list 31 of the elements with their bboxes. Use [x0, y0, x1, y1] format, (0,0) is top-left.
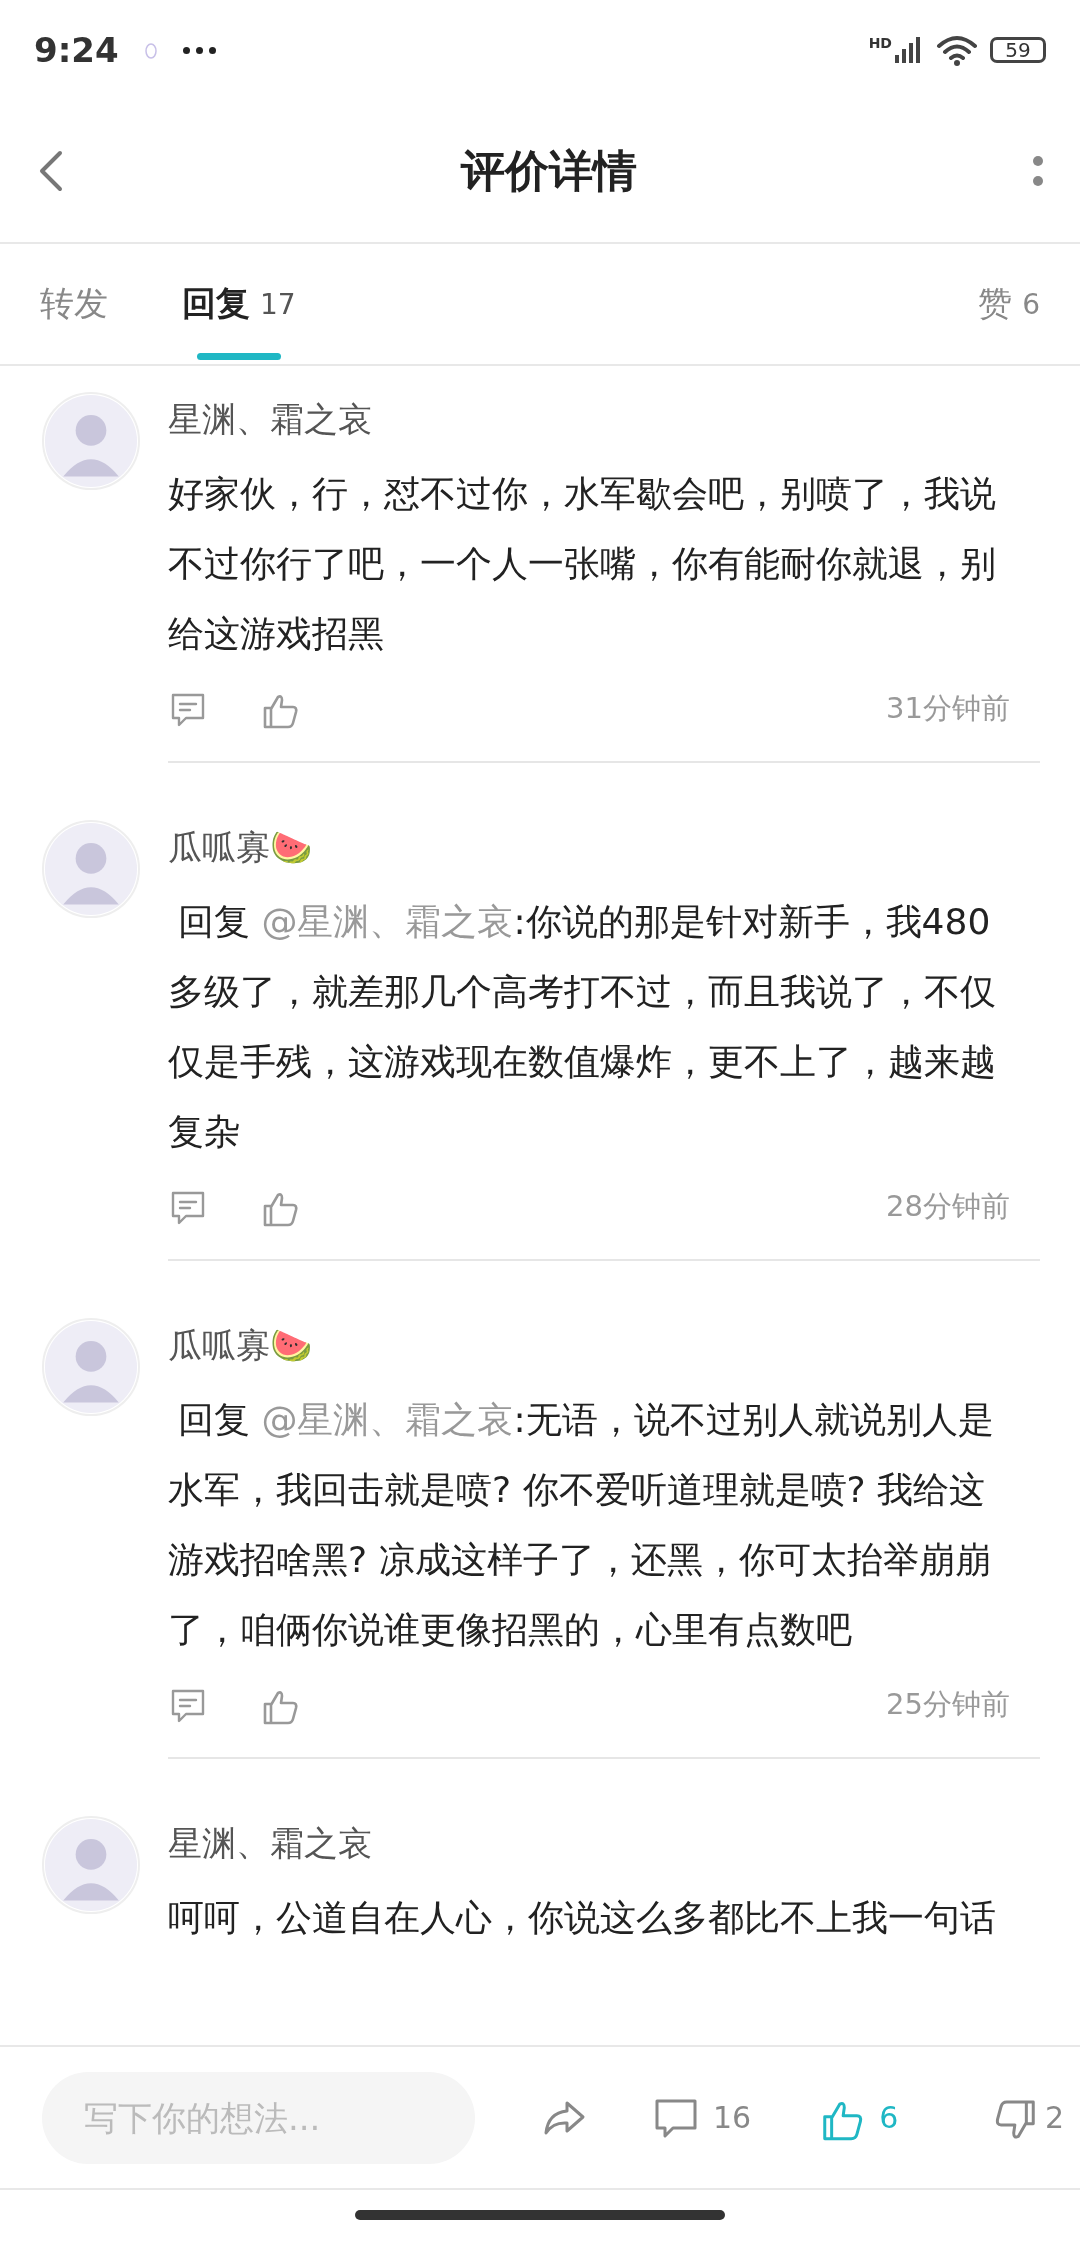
mention-link[interactable]: @星渊、霜之哀 — [261, 901, 514, 942]
battery-indicator: 59 — [990, 37, 1046, 63]
comment-text: 好家伙，行，怼不过你，水军歇会吧，别喷了，我说不过你行了吧，一个人一张嘴，你有能耐你就退，别给这游戏招黑 — [168, 472, 997, 656]
dislike-button[interactable]: 2 — [992, 2094, 1064, 2141]
more-icon[interactable] — [1032, 153, 1044, 189]
timestamp: 31分钟前 — [886, 690, 1010, 727]
comment-text: 回复 @星渊、霜之哀:你说的那是针对新手，我480多级了，就差那几个高考打不过，而且我说了，不仅仅是手残，这游戏现在数值爆炸，更不上了，越来越复杂 — [168, 900, 997, 1154]
wifi-icon — [936, 34, 978, 66]
username[interactable]: 瓜呱寡🍉 — [168, 820, 1040, 874]
timestamp: 25分钟前 — [886, 1686, 1010, 1723]
comments-button[interactable]: 16 — [653, 2094, 752, 2141]
avatar[interactable] — [42, 820, 140, 918]
status-time: 9:24 — [34, 30, 119, 70]
avatar[interactable] — [42, 392, 140, 490]
username[interactable]: 星渊、霜之哀 — [168, 1816, 1040, 1870]
avatar[interactable] — [42, 1816, 140, 1914]
page-title: 评价详情 — [461, 143, 637, 198]
username[interactable]: 星渊、霜之哀 — [168, 392, 1040, 446]
tab[interactable]: 回复 17 — [182, 244, 296, 364]
username[interactable]: 瓜呱寡🍉 — [168, 1318, 1040, 1372]
like-button[interactable]: 6 — [819, 2094, 899, 2141]
tab[interactable]: 赞 6 — [978, 244, 1040, 364]
more-notifications-icon — [182, 46, 216, 54]
mention-link[interactable]: @星渊、霜之哀 — [261, 1399, 514, 1440]
network-label: HD — [868, 35, 892, 51]
avatar[interactable] — [42, 1318, 140, 1416]
comment-input[interactable]: 写下你的想法... — [42, 2071, 475, 2164]
comment-text: 呵呵，公道自在人心，你说这么多都比不上我一句话 — [168, 1896, 997, 1940]
timestamp: 28分钟前 — [886, 1188, 1010, 1225]
comment-text: 回复 @星渊、霜之哀:无语，说不过别人就说别人是水军，我回击就是喷? 你不爱听道理就是喷? 我给这游戏招啥黑? 凉成这样子了，还黑，你可太抬举崩崩了，咱俩你说谁更像招黑的，心里有点数吧 — [168, 1398, 995, 1652]
tab[interactable]: 转发 — [40, 244, 108, 364]
